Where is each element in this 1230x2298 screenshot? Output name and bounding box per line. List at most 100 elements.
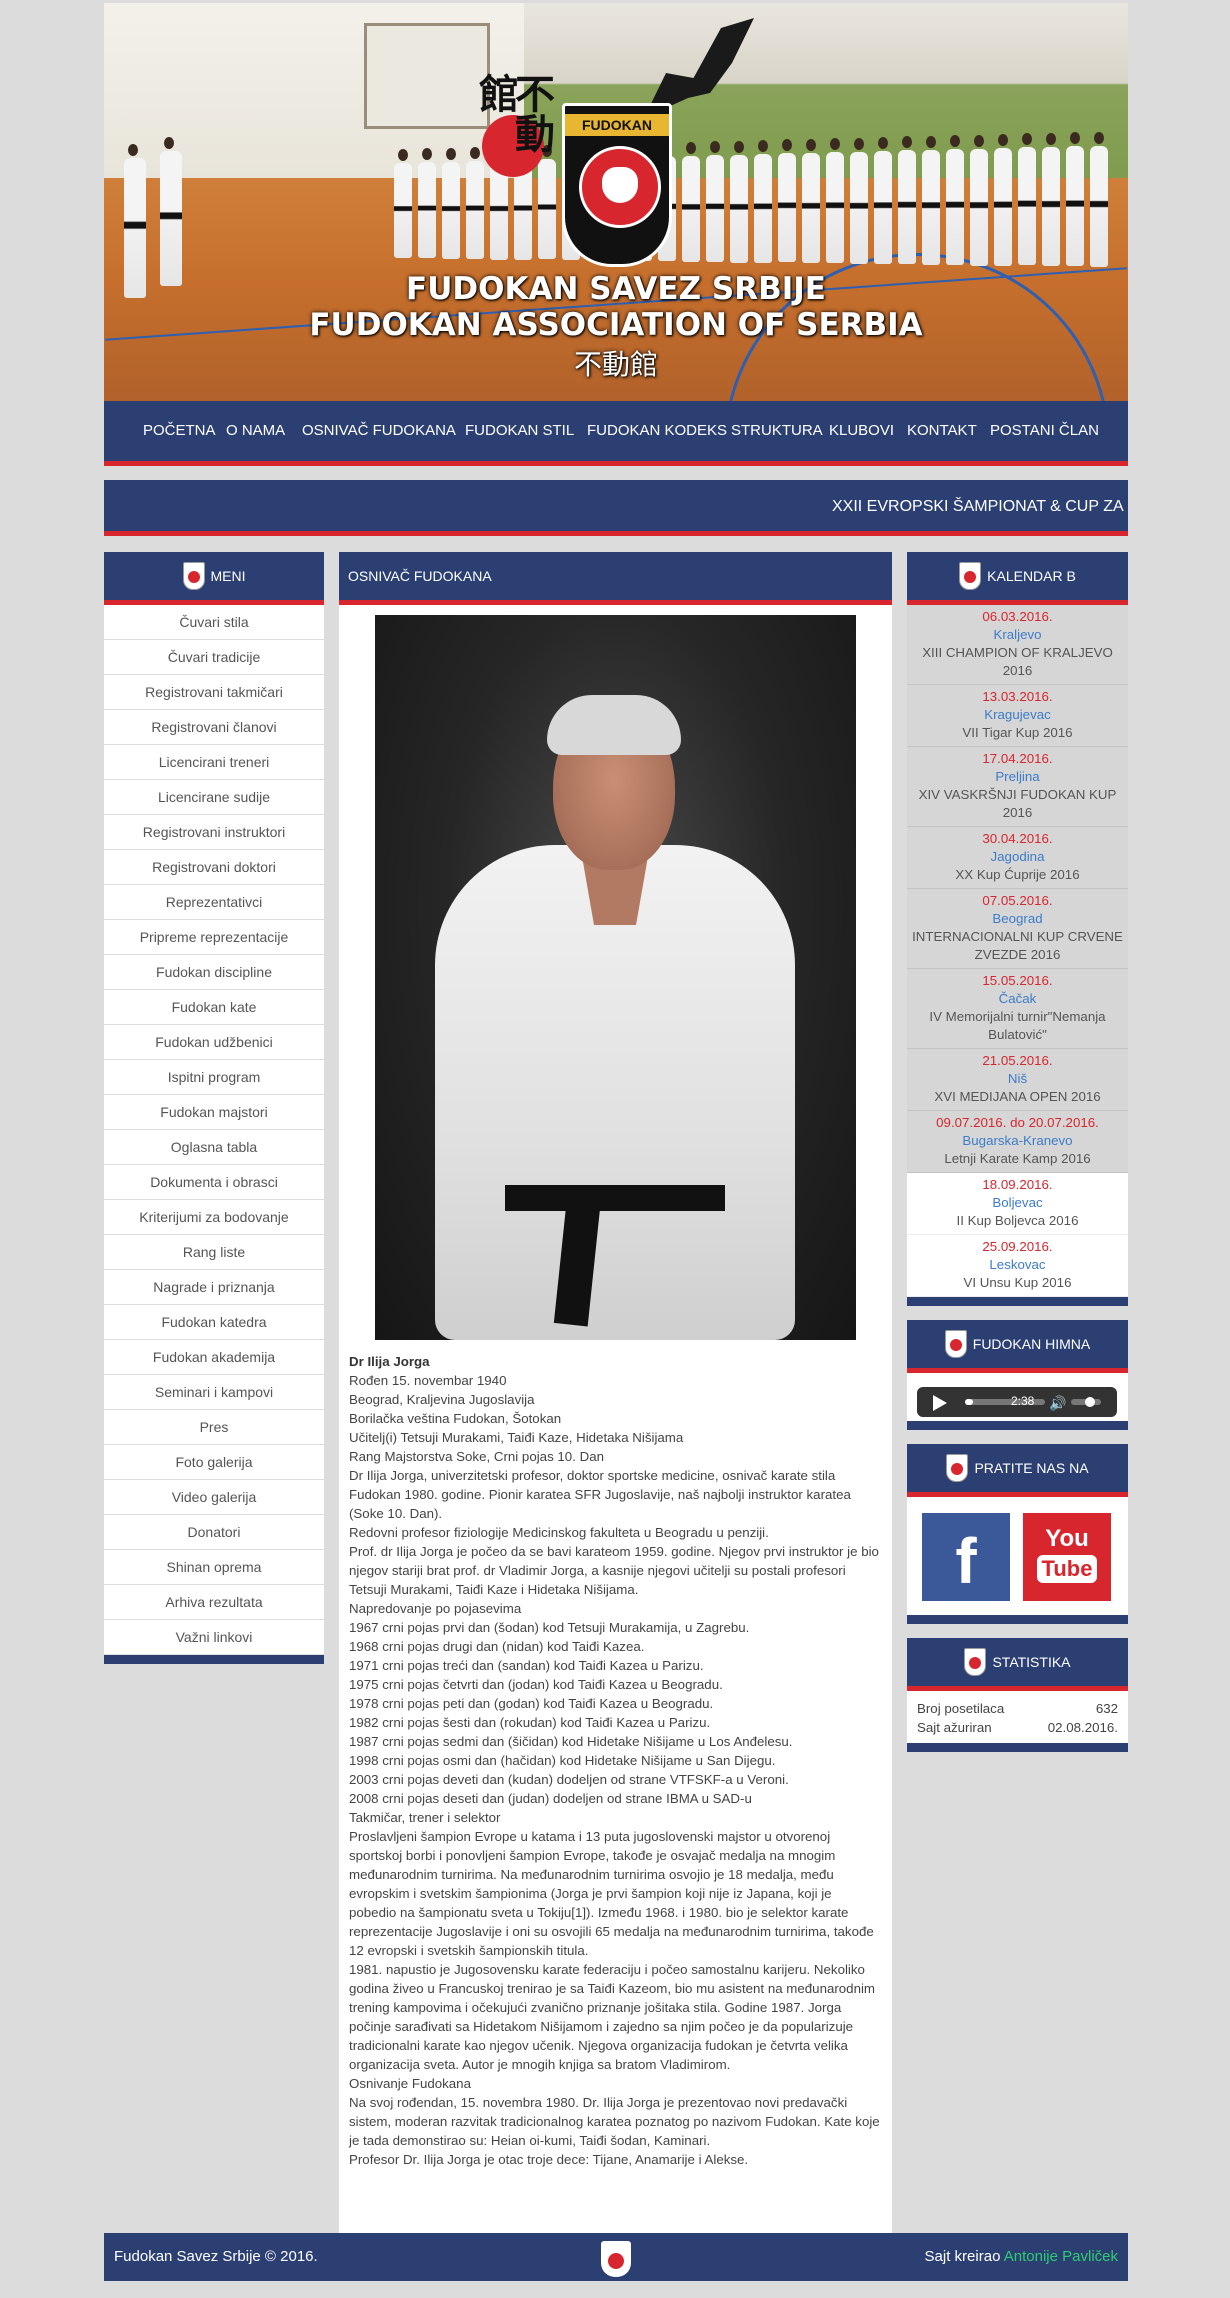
news-ticker[interactable]: XXII EVROPSKI ŠAMPIONAT & CUP ZA DE xyxy=(104,480,1128,536)
article-line: 1971 crni pojas treći dan (sandan) kod T… xyxy=(349,1658,704,1673)
fudokan-crest-icon: FUDOKAN xyxy=(562,103,672,267)
banner-karateka xyxy=(442,148,460,259)
calendar-event[interactable]: 07.05.2016. Beograd INTERNACIONALNI KUP CR… xyxy=(907,889,1128,969)
calendar-event[interactable]: 15.05.2016. Čačak IV Memorijalni turnir"Ne… xyxy=(907,969,1128,1049)
calendar-event[interactable]: 13.03.2016. Kragujevac VII Tigar Kup 2016 xyxy=(907,685,1128,747)
event-city[interactable]: Preljina xyxy=(907,768,1128,786)
menu-item[interactable]: Licencirane sudije xyxy=(104,780,324,815)
event-date: 17.04.2016. xyxy=(982,751,1053,766)
event-date: 30.04.2016. xyxy=(982,831,1053,846)
article-line: 1987 crni pojas sedmi dan (šičidan) kod … xyxy=(349,1734,793,1749)
calendar-footer-bar xyxy=(907,1297,1128,1306)
event-city[interactable]: Leskovac xyxy=(907,1256,1128,1274)
banner-karateka xyxy=(1090,132,1108,267)
anthem-header: FUDOKAN HIMNA xyxy=(907,1320,1128,1373)
event-name: VI Unsu Kup 2016 xyxy=(963,1275,1072,1290)
audio-player[interactable]: 2:38 🔊 xyxy=(917,1387,1117,1417)
article-line: Učitelj(i) Tetsuji Murakami, Taiđi Kaze,… xyxy=(349,1430,684,1445)
menu-item[interactable]: Fudokan kate xyxy=(104,990,324,1025)
menu-item[interactable]: Ispitni program xyxy=(104,1060,324,1095)
event-date: 21.05.2016. xyxy=(982,1053,1053,1068)
stats-footer-bar xyxy=(907,1743,1128,1752)
calendar-event[interactable]: 30.04.2016. Jagodina XX Kup Ćuprije 2016 xyxy=(907,827,1128,889)
menu-item[interactable]: Rang liste xyxy=(104,1235,324,1270)
menu-item[interactable]: Registrovani doktori xyxy=(104,850,324,885)
event-city[interactable]: Boljevac xyxy=(907,1194,1128,1212)
event-city[interactable]: Čačak xyxy=(907,990,1128,1008)
nav-kontakt[interactable]: KONTAKT xyxy=(907,401,977,461)
fudokan-crest-icon xyxy=(601,2241,631,2277)
footer-credit-link[interactable]: Antonije Pavliček xyxy=(1004,2248,1118,2265)
calendar-event[interactable]: 18.09.2016. Boljevac II Kup Boljevca 2016 xyxy=(907,1173,1128,1235)
menu-item[interactable]: Fudokan akademija xyxy=(104,1340,324,1375)
menu-item[interactable]: Oglasna tabla xyxy=(104,1130,324,1165)
event-city[interactable]: Kragujevac xyxy=(907,706,1128,724)
menu-item[interactable]: Dokumenta i obrasci xyxy=(104,1165,324,1200)
event-city[interactable]: Niš xyxy=(907,1070,1128,1088)
fudokan-crest-icon xyxy=(944,1330,967,1358)
nav-osnivac[interactable]: OSNIVAČ FUDOKANA xyxy=(302,401,456,461)
nav-postani-clan[interactable]: POSTANI ČLAN xyxy=(990,401,1099,461)
event-city[interactable]: Kraljevo xyxy=(907,626,1128,644)
banner-karateka xyxy=(418,148,436,258)
nav-o-nama[interactable]: O NAMA xyxy=(226,401,285,461)
event-name: Letnji Karate Kamp 2016 xyxy=(944,1151,1091,1166)
youtube-you: You xyxy=(1045,1525,1089,1552)
calendar-event[interactable]: 09.07.2016. do 20.07.2016. Bugarska-Krane… xyxy=(907,1111,1128,1173)
event-name: XIII CHAMPION OF KRALJEVO 2016 xyxy=(922,645,1113,678)
article-line: 1978 crni pojas peti dan (godan) kod Tai… xyxy=(349,1696,714,1711)
volume-icon[interactable]: 🔊 xyxy=(1049,1395,1066,1412)
banner-karateka xyxy=(778,139,796,262)
menu-item[interactable]: Registrovani takmičari xyxy=(104,675,324,710)
calendar-event[interactable]: 21.05.2016. Niš XVI MEDIJANA OPEN 2016 xyxy=(907,1049,1128,1111)
youtube-icon[interactable]: You Tube xyxy=(1023,1513,1111,1601)
facebook-icon[interactable]: f xyxy=(922,1513,1010,1601)
menu-item[interactable]: Registrovani članovi xyxy=(104,710,324,745)
event-city[interactable]: Jagodina xyxy=(907,848,1128,866)
menu-item[interactable]: Čuvari tradicije xyxy=(104,640,324,675)
menu-item[interactable]: Pripreme reprezentacije xyxy=(104,920,324,955)
event-date: 15.05.2016. xyxy=(982,973,1053,988)
menu-item[interactable]: Fudokan discipline xyxy=(104,955,324,990)
event-date: 25.09.2016. xyxy=(982,1239,1053,1254)
nav-pocetna[interactable]: POČETNA xyxy=(143,401,216,461)
nav-kodeks[interactable]: FUDOKAN KODEKS xyxy=(587,401,727,461)
banner-karateka xyxy=(1018,133,1036,265)
menu-item[interactable]: Reprezentativci xyxy=(104,885,324,920)
menu-item[interactable]: Važni linkovi xyxy=(104,1620,324,1655)
nav-klubovi[interactable]: KLUBOVI xyxy=(829,401,894,461)
event-date: 18.09.2016. xyxy=(982,1177,1053,1192)
menu-item[interactable]: Seminari i kampovi xyxy=(104,1375,324,1410)
menu-item[interactable]: Donatori xyxy=(104,1515,324,1550)
menu-item[interactable]: Fudokan majstori xyxy=(104,1095,324,1130)
menu-item[interactable]: Nagrade i priznanja xyxy=(104,1270,324,1305)
menu-item[interactable]: Fudokan katedra xyxy=(104,1305,324,1340)
menu-item[interactable]: Kriterijumi za bodovanje xyxy=(104,1200,324,1235)
calendar-event[interactable]: 17.04.2016. Preljina XIV VASKRŠNJI FUDOKAN… xyxy=(907,747,1128,827)
article-line: Prof. dr Ilija Jorga je počeo da se bavi… xyxy=(349,1544,879,1597)
calendar-event[interactable]: 25.09.2016. Leskovac VI Unsu Kup 2016 xyxy=(907,1235,1128,1297)
event-city[interactable]: Beograd xyxy=(907,910,1128,928)
menu-item[interactable]: Arhiva rezultata xyxy=(104,1585,324,1620)
nav-struktura[interactable]: STRUKTURA xyxy=(731,401,823,461)
event-city[interactable]: Bugarska-Kranevo xyxy=(907,1132,1128,1150)
footer-copyright: Fudokan Savez Srbije © 2016. xyxy=(114,2248,318,2265)
menu-item[interactable]: Registrovani instruktori xyxy=(104,815,324,850)
menu-item[interactable]: Foto galerija xyxy=(104,1445,324,1480)
follow-footer-bar xyxy=(907,1615,1128,1624)
nav-stil[interactable]: FUDOKAN STIL xyxy=(465,401,574,461)
menu-item[interactable]: Licencirani treneri xyxy=(104,745,324,780)
ticker-text[interactable]: XXII EVROPSKI ŠAMPIONAT & CUP ZA DE xyxy=(832,480,1128,531)
play-icon[interactable] xyxy=(933,1395,947,1411)
menu-item[interactable]: Video galerija xyxy=(104,1480,324,1515)
audio-time: 2:38 xyxy=(1011,1394,1035,1408)
article-line: 2008 crni pojas deseti dan (judan) dodel… xyxy=(349,1791,752,1806)
menu-item[interactable]: Čuvari stila xyxy=(104,605,324,640)
crest-label: FUDOKAN xyxy=(565,114,669,136)
menu-item[interactable]: Fudokan udžbenici xyxy=(104,1025,324,1060)
menu-item[interactable]: Pres xyxy=(104,1410,324,1445)
menu-item[interactable]: Shinan oprema xyxy=(104,1550,324,1585)
calendar-event[interactable]: 06.03.2016. Kraljevo XIII CHAMPION OF KRAL… xyxy=(907,605,1128,685)
article-header: OSNIVAČ FUDOKANA xyxy=(339,552,892,605)
volume-knob[interactable] xyxy=(1085,1397,1095,1407)
